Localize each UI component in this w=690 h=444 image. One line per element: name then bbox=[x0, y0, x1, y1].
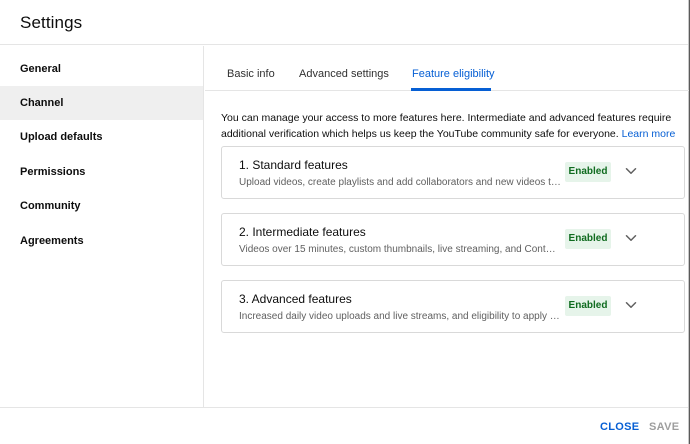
tab-advanced-settings[interactable]: Advanced settings bbox=[299, 68, 389, 80]
tab-basic-info[interactable]: Basic info bbox=[227, 68, 275, 80]
sidebar-item-general[interactable]: General bbox=[0, 52, 203, 86]
dialog-title: Settings bbox=[20, 13, 83, 32]
sidebar-item-community[interactable]: Community bbox=[0, 189, 203, 223]
feature-card-intermediate[interactable]: 2. Intermediate features Videos over 15 … bbox=[221, 213, 685, 266]
dialog-header: Settings bbox=[0, 0, 688, 45]
tab-feature-eligibility[interactable]: Feature eligibility bbox=[412, 68, 495, 80]
feature-title: 1. Standard features bbox=[239, 158, 348, 172]
status-badge: Enabled bbox=[565, 229, 611, 249]
learn-more-link[interactable]: Learn more bbox=[622, 128, 676, 140]
active-tab-indicator bbox=[411, 88, 491, 91]
status-badge: Enabled bbox=[565, 162, 611, 182]
feature-title: 2. Intermediate features bbox=[239, 225, 366, 239]
sidebar-item-upload-defaults[interactable]: Upload defaults bbox=[0, 120, 203, 154]
feature-description: You can manage your access to more featu… bbox=[221, 110, 681, 142]
save-button[interactable]: SAVE bbox=[649, 421, 679, 433]
settings-sidebar: General Channel Upload defaults Permissi… bbox=[0, 46, 204, 408]
chevron-down-icon[interactable] bbox=[622, 296, 640, 314]
feature-summary: Videos over 15 minutes, custom thumbnail… bbox=[239, 244, 561, 255]
description-text: You can manage your access to more featu… bbox=[221, 112, 672, 140]
feature-title: 3. Advanced features bbox=[239, 292, 352, 306]
settings-content: Basic info Advanced settings Feature eli… bbox=[205, 46, 689, 408]
close-button[interactable]: CLOSE bbox=[600, 421, 639, 433]
chevron-down-icon[interactable] bbox=[622, 162, 640, 180]
settings-dialog: Settings General Channel Upload defaults… bbox=[0, 0, 689, 444]
dialog-footer: CLOSE SAVE bbox=[0, 407, 688, 444]
tab-bar: Basic info Advanced settings Feature eli… bbox=[205, 46, 689, 91]
feature-card-advanced[interactable]: 3. Advanced features Increased daily vid… bbox=[221, 280, 685, 333]
feature-summary: Upload videos, create playlists and add … bbox=[239, 177, 561, 188]
feature-summary: Increased daily video uploads and live s… bbox=[239, 311, 561, 322]
feature-card-standard[interactable]: 1. Standard features Upload videos, crea… bbox=[221, 146, 685, 199]
chevron-down-icon[interactable] bbox=[622, 229, 640, 247]
status-badge: Enabled bbox=[565, 296, 611, 316]
sidebar-item-agreements[interactable]: Agreements bbox=[0, 224, 203, 258]
sidebar-item-permissions[interactable]: Permissions bbox=[0, 155, 203, 189]
sidebar-item-channel[interactable]: Channel bbox=[0, 86, 203, 120]
